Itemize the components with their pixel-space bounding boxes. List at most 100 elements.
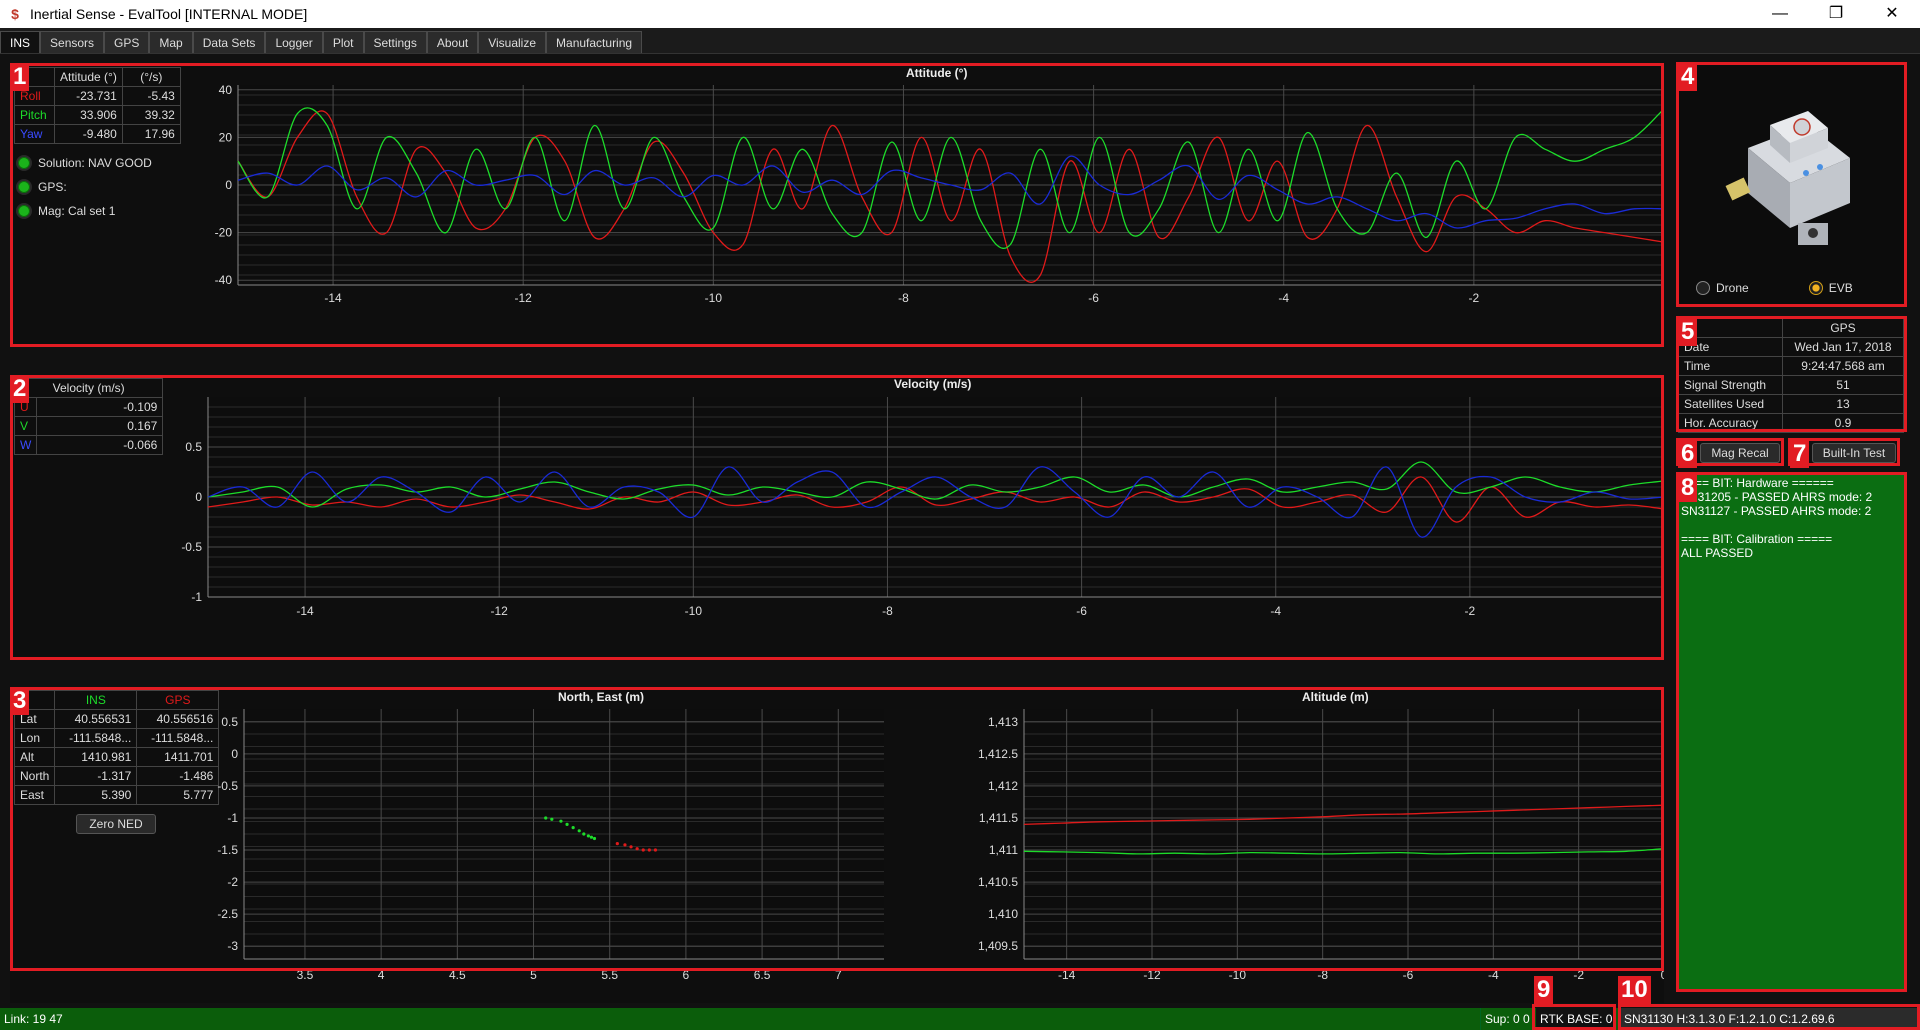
tab-sensors[interactable]: Sensors [40, 31, 105, 53]
y-tick-label: 1,413 [988, 715, 1018, 729]
scatter-point-ins [550, 817, 554, 821]
y-tick-label: 1,411 [989, 843, 1018, 857]
x-tick-label: -14 [296, 604, 314, 618]
tab-about[interactable]: About [426, 31, 479, 53]
gps-led-icon [16, 179, 32, 195]
drone-radio-icon[interactable] [1696, 281, 1710, 295]
gps-signal-value: 51 [1782, 375, 1904, 395]
zero-ned-button[interactable]: Zero NED [76, 814, 156, 834]
position-panel: INS GPS Lat 40.556531 40.556516 Lon -111… [10, 687, 1664, 1003]
status-bar: Link: 19 47 Sup: 0 0 RTK BASE: 0 SN31130… [0, 1008, 1920, 1030]
tab-logger[interactable]: Logger [265, 31, 323, 53]
x-tick-label: -2 [1465, 604, 1476, 618]
x-tick-label: 5.5 [601, 968, 618, 982]
yaw-value: -9.480 [54, 124, 123, 144]
gps-info-panel: GPS Date Wed Jan 17, 2018 Time 9:24:47.5… [1678, 318, 1904, 433]
y-tick-label: -1 [227, 811, 238, 825]
y-tick-label: 1,409.5 [978, 939, 1018, 953]
lon-label: Lon [13, 728, 56, 748]
gps-sats-value: 13 [1782, 394, 1904, 414]
built-in-test-button[interactable]: Built-In Test [1812, 443, 1896, 463]
y-tick-label: 0 [231, 747, 238, 761]
y-tick-label: -1.5 [217, 843, 238, 857]
x-tick-label: -12 [515, 291, 533, 305]
tab-data-sets[interactable]: Data Sets [192, 31, 266, 53]
main-tab-bar: INS Sensors GPS Map Data Sets Logger Plo… [0, 28, 1920, 54]
bit-log-line: ==== BIT: Calibration ===== [1681, 532, 1833, 546]
y-tick-label: 1,412 [988, 779, 1018, 793]
north-east-chart: 0.5 0 -0.5 -1 -1.5 -2 -2.5 -3 3.5 4 4.5 5 5.5 6 6.5 7 [217, 709, 884, 982]
scatter-point-ins [592, 836, 597, 841]
velocity-chart: 0.5 0 -0.5 -1 -14 -12 -10 -8 -6 -4 -2 0 [181, 397, 1664, 618]
x-tick-label: 4.5 [449, 968, 466, 982]
gps-time-label: Time [1678, 356, 1783, 376]
attitude-chart: 40200-20-40-14-12-10-8-6-4-20 [215, 83, 1664, 305]
y-tick-label: -0.5 [217, 779, 238, 793]
x-tick-label: -8 [882, 604, 893, 618]
attitude-table: Attitude (°) (°/s) Roll -23.731 -5.43 Pi… [14, 67, 181, 144]
pitch-value: 33.906 [54, 105, 123, 125]
annotation-badge-3: 3 [10, 687, 30, 715]
y-tick-label: -20 [215, 226, 233, 240]
evb-radio-icon[interactable] [1808, 281, 1823, 295]
y-tick-label: -2.5 [217, 907, 238, 921]
x-tick-label: 3.5 [297, 968, 314, 982]
bit-log-line [1681, 518, 1901, 532]
scatter-point-gps [615, 842, 619, 846]
gps-sats-label: Satellites Used [1678, 394, 1783, 414]
velocity-v-label: V [13, 416, 38, 436]
gps-info-table: GPS Date Wed Jan 17, 2018 Time 9:24:47.5… [1678, 318, 1904, 433]
x-tick-label: -8 [1317, 968, 1328, 982]
close-button[interactable]: ✕ [1864, 0, 1920, 28]
velocity-table: Velocity (m/s) U -0.109 V 0.167 W -0.066 [13, 378, 164, 455]
x-tick-label: 6 [683, 968, 690, 982]
lat-ins: 40.556531 [54, 709, 138, 729]
sup-status: Sup: 0 0 [1480, 1008, 1534, 1030]
bit-log-panel: ==== BIT: Hardware ====== SN31205 - PASS… [1678, 474, 1904, 990]
velocity-w-label: W [13, 435, 38, 455]
bit-log-line: ==== BIT: Hardware ====== [1681, 476, 1834, 490]
x-tick-label: -10 [705, 291, 723, 305]
scatter-point-gps [629, 845, 633, 849]
tab-map[interactable]: Map [149, 31, 193, 53]
annotation-badge-10: 10 [1618, 976, 1651, 1004]
tab-visualize[interactable]: Visualize [478, 31, 547, 53]
scatter-point-ins [582, 832, 586, 836]
bit-log-line: SN31205 - PASSED AHRS mode: 2 [1681, 490, 1873, 504]
yaw-label: Yaw [14, 124, 55, 144]
x-tick-label: 7 [835, 968, 842, 982]
attitude-panel: Attitude (°) (°/s) Roll -23.731 -5.43 Pi… [10, 63, 1664, 345]
gps-accuracy-label: Hor. Accuracy [1678, 413, 1783, 433]
mag-label: Mag: Cal set 1 [38, 204, 116, 218]
solution-indicator: Solution: NAV GOOD [16, 155, 152, 171]
mag-recal-button[interactable]: Mag Recal [1700, 443, 1780, 463]
tab-manufacturing[interactable]: Manufacturing [546, 31, 643, 53]
yaw-rate: 17.96 [121, 124, 181, 144]
north-label: North [13, 766, 56, 786]
tab-ins[interactable]: INS [0, 31, 41, 53]
tab-gps[interactable]: GPS [104, 31, 150, 53]
drone-radio[interactable]: Drone [1696, 281, 1749, 295]
minimize-button[interactable]: — [1752, 0, 1808, 28]
y-tick-label: -2 [227, 875, 238, 889]
y-tick-label: 1,410.5 [978, 875, 1018, 889]
maximize-button[interactable]: ❐ [1808, 0, 1864, 28]
y-tick-label: 1,411.5 [979, 811, 1018, 825]
tab-plot[interactable]: Plot [322, 31, 364, 53]
x-tick-label: 0 [1661, 968, 1664, 982]
x-tick-label: -8 [898, 291, 909, 305]
bit-log-line: SN31127 - PASSED AHRS mode: 2 [1681, 504, 1872, 518]
evb-radio[interactable]: EVB [1808, 281, 1853, 295]
y-tick-label: -0.5 [181, 540, 202, 554]
x-tick-label: -4 [1278, 291, 1289, 305]
attitude-header-angle: Attitude (°) [54, 67, 123, 87]
x-tick-label: -6 [1403, 968, 1414, 982]
annotation-badge-9: 9 [1534, 976, 1554, 1004]
gps-label: GPS: [38, 180, 67, 194]
tab-settings[interactable]: Settings [363, 31, 427, 53]
scatter-point-gps [635, 847, 639, 851]
scatter-point-ins [565, 822, 569, 826]
velocity-w-value: -0.066 [36, 435, 164, 455]
east-ins: 5.390 [54, 785, 138, 805]
x-tick-label: -12 [491, 604, 509, 618]
